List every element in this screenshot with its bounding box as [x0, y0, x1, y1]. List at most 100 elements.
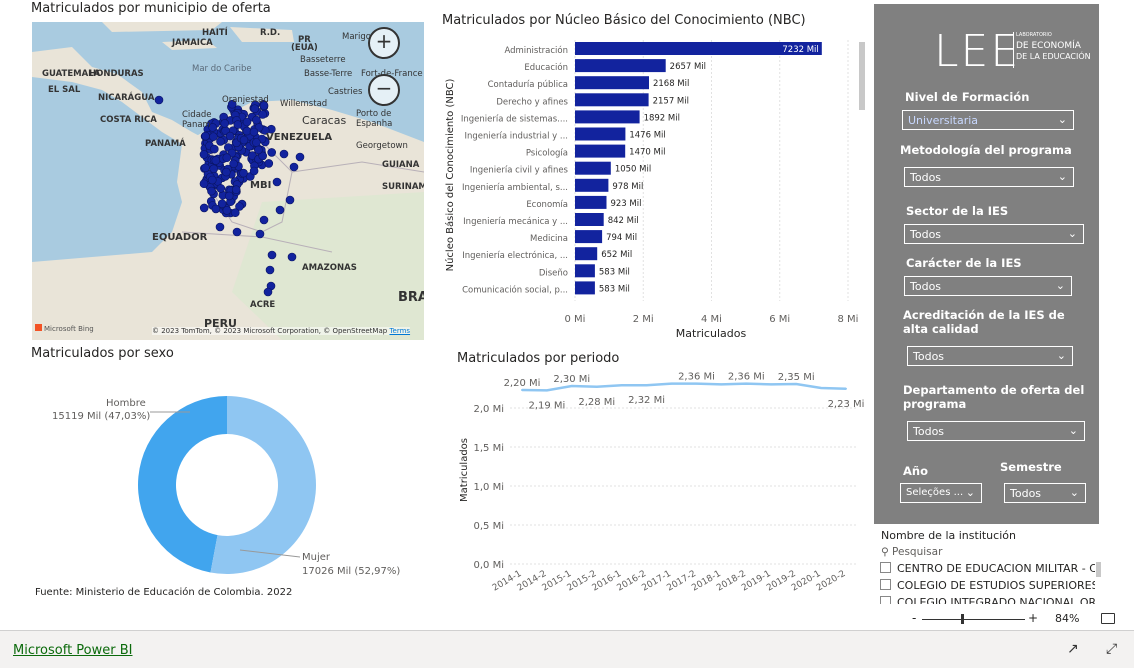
municipality-point[interactable]: [225, 131, 235, 141]
departamento-dropdown[interactable]: Todos ⌄: [907, 421, 1085, 441]
bar[interactable]: [575, 281, 595, 295]
municipality-point[interactable]: [215, 222, 225, 232]
bar[interactable]: [575, 247, 598, 261]
data-point[interactable]: [845, 387, 847, 390]
municipality-point[interactable]: [267, 148, 276, 157]
municipality-point[interactable]: [201, 163, 210, 173]
list-item[interactable]: COLEGIO INTEGRADO NACIONAL ORIE...: [880, 596, 1095, 604]
zoom-out-button[interactable]: -: [912, 611, 916, 625]
municipality-point[interactable]: [199, 150, 209, 159]
bar[interactable]: [575, 264, 595, 278]
municipality-point[interactable]: [252, 138, 261, 147]
municipality-point[interactable]: [224, 191, 234, 201]
map-terms-link[interactable]: Terms: [389, 327, 410, 335]
power-bi-link[interactable]: Microsoft Power BI: [13, 643, 132, 658]
caracter-dropdown[interactable]: Todos ⌄: [904, 276, 1072, 296]
search-input[interactable]: Pesquisar: [892, 546, 942, 558]
data-point[interactable]: [795, 383, 798, 385]
municipality-point[interactable]: [231, 208, 240, 217]
municipality-point[interactable]: [211, 156, 221, 165]
share-icon[interactable]: ↗: [1067, 641, 1079, 657]
municipality-point[interactable]: [289, 162, 299, 172]
municipality-point[interactable]: [211, 204, 221, 214]
municipality-point[interactable]: [242, 126, 252, 136]
data-point[interactable]: [620, 384, 623, 387]
data-point[interactable]: [695, 382, 698, 385]
municipality-point[interactable]: [264, 159, 274, 168]
municipality-point[interactable]: [239, 168, 248, 178]
list-item[interactable]: COLEGIO DE ESTUDIOS SUPERIORES D...: [880, 579, 1095, 596]
semestre-dropdown[interactable]: Todos ⌄: [1004, 483, 1086, 503]
municipality-point[interactable]: [249, 166, 259, 176]
bar[interactable]: [575, 213, 604, 226]
data-point[interactable]: [521, 389, 523, 391]
checkbox[interactable]: [880, 562, 891, 573]
municipality-point[interactable]: [272, 177, 282, 187]
municipality-point[interactable]: [216, 184, 226, 193]
municipality-point[interactable]: [209, 132, 218, 141]
institution-scrollbar[interactable]: [1096, 562, 1101, 577]
municipality-point[interactable]: [265, 265, 275, 275]
municipality-point[interactable]: [287, 252, 297, 262]
municipality-point[interactable]: [258, 110, 267, 119]
acreditacion-dropdown[interactable]: Todos ⌄: [907, 346, 1073, 366]
municipality-point[interactable]: [279, 149, 289, 159]
bar[interactable]: [575, 110, 640, 124]
checkbox[interactable]: [880, 596, 891, 604]
municipality-point[interactable]: [249, 127, 259, 137]
map-visual[interactable]: HAITÍ R.D. PR (EUA) Marigo Basseterre Ba…: [32, 22, 424, 340]
municipality-point[interactable]: [229, 159, 238, 169]
metodologia-dropdown[interactable]: Todos ⌄: [904, 167, 1074, 187]
municipality-point[interactable]: [207, 186, 216, 196]
data-point[interactable]: [570, 385, 573, 387]
municipality-point[interactable]: [267, 250, 277, 260]
ano-dropdown[interactable]: Seleções ... ⌄: [900, 483, 982, 503]
municipality-point[interactable]: [222, 153, 232, 162]
municipality-point[interactable]: [239, 135, 249, 145]
municipality-point[interactable]: [255, 229, 265, 239]
municipality-point[interactable]: [232, 227, 242, 237]
municipality-point[interactable]: [242, 117, 252, 127]
municipality-point[interactable]: [220, 119, 229, 128]
zoom-slider-track[interactable]: [922, 619, 1025, 620]
data-point[interactable]: [670, 382, 673, 385]
municipality-point[interactable]: [154, 95, 164, 105]
bar[interactable]: [575, 59, 666, 73]
municipality-point[interactable]: [208, 175, 217, 185]
data-point[interactable]: [745, 382, 748, 385]
municipality-point[interactable]: [222, 206, 232, 215]
data-point[interactable]: [595, 385, 598, 388]
nivel-formacion-dropdown[interactable]: Universitaria ⌄: [902, 110, 1074, 130]
bar[interactable]: [575, 93, 649, 107]
municipality-point[interactable]: [259, 215, 269, 225]
data-point[interactable]: [545, 389, 548, 392]
municipality-point[interactable]: [199, 203, 209, 213]
municipality-point[interactable]: [275, 205, 285, 215]
municipality-point[interactable]: [201, 131, 210, 141]
zoom-slider-handle[interactable]: [961, 614, 964, 624]
municipality-point[interactable]: [233, 120, 243, 129]
bar[interactable]: [575, 195, 607, 209]
fullscreen-icon[interactable]: ⤢: [1106, 641, 1117, 657]
data-point[interactable]: [820, 387, 823, 389]
data-point[interactable]: [645, 384, 648, 387]
map-zoom-out-button[interactable]: −: [368, 74, 400, 106]
municipality-point[interactable]: [231, 185, 241, 194]
sector-dropdown[interactable]: Todos ⌄: [904, 224, 1084, 244]
bar[interactable]: [575, 127, 626, 141]
municipality-point[interactable]: [210, 144, 219, 154]
municipality-point[interactable]: [250, 104, 260, 113]
bar[interactable]: [575, 76, 649, 90]
bar[interactable]: [575, 230, 603, 244]
nbc-bar-chart[interactable]: 0 Mi 2 Mi 4 Mi 6 Mi 8 Mi Administración 7232 M…: [440, 36, 870, 346]
municipality-point[interactable]: [285, 195, 295, 205]
map-zoom-in-button[interactable]: +: [368, 27, 400, 59]
checkbox[interactable]: [880, 579, 891, 590]
municipality-point[interactable]: [252, 115, 261, 125]
municipality-point[interactable]: [199, 179, 209, 188]
municipality-point[interactable]: [263, 287, 273, 297]
data-point[interactable]: [720, 383, 723, 386]
municipality-point[interactable]: [295, 152, 305, 162]
list-item[interactable]: CENTRO DE EDUCACION MILITAR - CE...: [880, 562, 1095, 579]
fit-page-icon[interactable]: [1101, 613, 1115, 624]
